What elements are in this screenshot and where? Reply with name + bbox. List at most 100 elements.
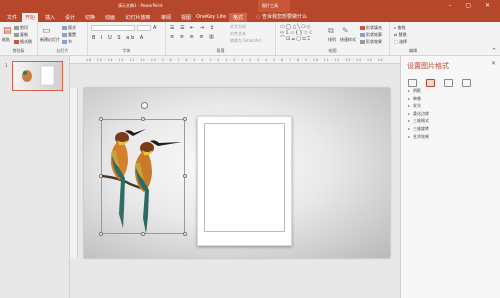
rotate-handle-icon[interactable] (141, 102, 148, 109)
size-icon[interactable] (444, 79, 454, 87)
tab-insert[interactable]: 插入 (42, 13, 58, 22)
group-editing: ⌕ 查找 ⇄ 替换 ⬚ 选择 编辑 (390, 22, 436, 55)
align-text-button[interactable]: 对齐文本 (230, 31, 246, 37)
document-title: 演示文稿1 - PowerPoint (118, 3, 163, 8)
group-slides: ▭ 新建幻灯片 版式 重置 节 幻灯片 (38, 22, 88, 55)
text-direction-button[interactable]: 文字方向 (230, 24, 246, 30)
grow-font-icon[interactable]: A (153, 25, 156, 31)
effects-icon (360, 40, 365, 44)
section-glow[interactable]: ▸ 发光 (408, 103, 429, 111)
group-label: 字体 (122, 48, 131, 53)
picture-icon[interactable] (462, 79, 472, 87)
pane-title: 设置图片格式 (407, 62, 449, 70)
copy-button[interactable]: 复制 (14, 32, 28, 38)
pane-tab-strip (408, 72, 475, 87)
expand-icon: ▸ (408, 125, 411, 131)
find-button[interactable]: ⌕ 查找 (394, 25, 406, 31)
picture-frame[interactable] (197, 116, 292, 246)
tab-file[interactable]: 文件 (4, 13, 20, 22)
cut-button[interactable]: 剪切 (14, 25, 28, 31)
shape-outline-button[interactable]: 形状轮廓 (360, 32, 382, 38)
outline-icon (360, 33, 365, 37)
reset-button[interactable]: 重置 (62, 32, 76, 38)
tab-slideshow[interactable]: 幻灯片放映 (122, 13, 154, 22)
smartart-button[interactable]: 转换为 SmartArt (230, 38, 261, 44)
expand-icon: ▸ (408, 88, 411, 93)
picture-tools-context: 图片工具 (258, 0, 290, 12)
reset-icon (62, 33, 67, 37)
group-label: 剪贴板 (12, 48, 25, 53)
select-icon: ⬚ (394, 39, 398, 44)
tell-me-box[interactable]: ◌ 告诉我您想要做什么 (256, 13, 307, 20)
slide-thumbnail[interactable] (12, 61, 63, 91)
font-style-buttons[interactable]: B I U S ab A (92, 35, 145, 41)
group-font: A B I U S ab A 字体 (88, 22, 166, 55)
shape-fill-button[interactable]: 形状填充 (360, 25, 382, 31)
picture-frame-inner (204, 123, 285, 232)
arrange-icon[interactable]: ⧉ (328, 26, 334, 36)
format-painter-button[interactable]: 格式刷 (14, 39, 32, 45)
section-3d-format[interactable]: ▸ 三维格式 (408, 118, 429, 126)
tab-transitions[interactable]: 切换 (82, 13, 98, 22)
tab-design[interactable]: 设计 (62, 13, 78, 22)
tab-animations[interactable]: 动画 (102, 13, 118, 22)
quick-styles-icon[interactable]: ✎ (342, 26, 349, 35)
paste-icon[interactable]: ▤ (3, 26, 12, 36)
select-button[interactable]: ⬚ 选择 (394, 39, 407, 45)
powerpoint-window: 演示文稿1 - PowerPoint 图片工具 – ▢ ✕ 文件 开始 插入 设… (0, 0, 500, 298)
tab-onekey[interactable]: OneKey Lite (196, 13, 226, 22)
new-slide-button[interactable]: 新建幻灯片 (40, 37, 60, 43)
group-clipboard: ▤ 粘贴 剪切 复制 格式刷 剪贴板 (0, 22, 38, 55)
align-buttons[interactable]: ≡ ≡ ≡ ≡ ▥ (170, 34, 216, 40)
tab-view[interactable]: 视图 (178, 13, 194, 22)
expand-icon: ▸ (408, 133, 411, 139)
tab-review[interactable]: 审阅 (158, 13, 174, 22)
section-shadow[interactable]: ▸ 阴影 (408, 88, 429, 96)
section-3d-rotation[interactable]: ▸ 三维旋转 (408, 126, 429, 134)
ribbon: ▤ 粘贴 剪切 复制 格式刷 剪贴板 ▭ 新建幻灯片 版式 重置 节 幻灯片 A… (0, 22, 500, 56)
tell-me-text: 告诉我您想要做什么 (261, 14, 307, 20)
section-icon (62, 40, 67, 44)
expand-icon: ▸ (408, 110, 411, 116)
brush-icon (14, 40, 19, 44)
section-artistic-effects[interactable]: ▸ 艺术效果 (408, 134, 429, 142)
expand-icon: ▸ (408, 118, 411, 124)
shape-effects-button[interactable]: 形状效果 (360, 39, 382, 45)
replace-button[interactable]: ⇄ 替换 (394, 32, 407, 38)
quick-styles-button[interactable]: 快速样式 (340, 37, 356, 43)
section-button[interactable]: 节 (62, 39, 72, 45)
new-slide-icon[interactable]: ▭ (42, 26, 51, 36)
group-label: 编辑 (409, 48, 417, 53)
scissors-icon (14, 26, 19, 30)
tab-home[interactable]: 开始 (22, 13, 38, 22)
group-drawing: ▭◯△╲⬠◇ ⇨⇩▱{}☆☾ ⌒⊡⌓▢⬭⌶ ⧉ 排列 ✎ 快速样式 形状填充 形状轮… (276, 22, 390, 55)
font-name-select[interactable] (91, 25, 135, 31)
search-icon: ⌕ (394, 25, 397, 30)
copy-icon (14, 33, 19, 37)
collapse-ribbon-icon[interactable]: ^ (492, 48, 496, 54)
vertical-ruler (70, 88, 78, 258)
ribbon-tabs: 文件 开始 插入 设计 切换 动画 幻灯片放映 审阅 视图 OneKey Lit… (0, 12, 500, 22)
layout-button[interactable]: 版式 (62, 25, 76, 31)
close-icon[interactable]: ✕ (491, 60, 496, 67)
group-label: 幻灯片 (56, 48, 69, 53)
group-paragraph: ☰ ☰ ⇤ ⇥ ↕ ≡ ≡ ≡ ≡ ▥ 文字方向 对齐文本 转换为 SmartA… (166, 22, 276, 55)
window-controls[interactable]: – ▢ ✕ (448, 2, 496, 9)
group-label: 段落 (216, 48, 225, 53)
format-picture-pane: 设置图片格式 ✕ ▸ 阴影 ▸ 映像 ▸ 发光 ▸ 柔化边缘 ▸ 三维格式 ▸ 三维旋转 ▸… (400, 56, 500, 298)
shapes-gallery[interactable]: ▭◯△╲⬠◇ ⇨⇩▱{}☆☾ ⌒⊡⌓▢⬭⌶ (280, 24, 322, 46)
layout-icon (62, 26, 67, 30)
effects-section-list: ▸ 阴影 ▸ 映像 ▸ 发光 ▸ 柔化边缘 ▸ 三维格式 ▸ 三维旋转 ▸ 艺术效果 (408, 88, 429, 141)
arrange-button[interactable]: 排列 (328, 37, 336, 43)
fill-icon (360, 26, 365, 30)
paste-button[interactable]: 粘贴 (2, 37, 10, 43)
list-buttons[interactable]: ☰ ☰ ⇤ ⇥ ↕ (170, 25, 216, 31)
replace-icon: ⇄ (394, 32, 398, 37)
bee-eater-birds-picture[interactable] (100, 118, 186, 235)
effects-icon[interactable] (426, 79, 436, 87)
fill-line-icon[interactable] (408, 79, 417, 87)
expand-icon: ▸ (408, 103, 411, 109)
font-size-select[interactable] (137, 25, 151, 31)
tab-format[interactable]: 格式 (229, 13, 247, 22)
slide-thumbnail-pane (0, 56, 70, 298)
